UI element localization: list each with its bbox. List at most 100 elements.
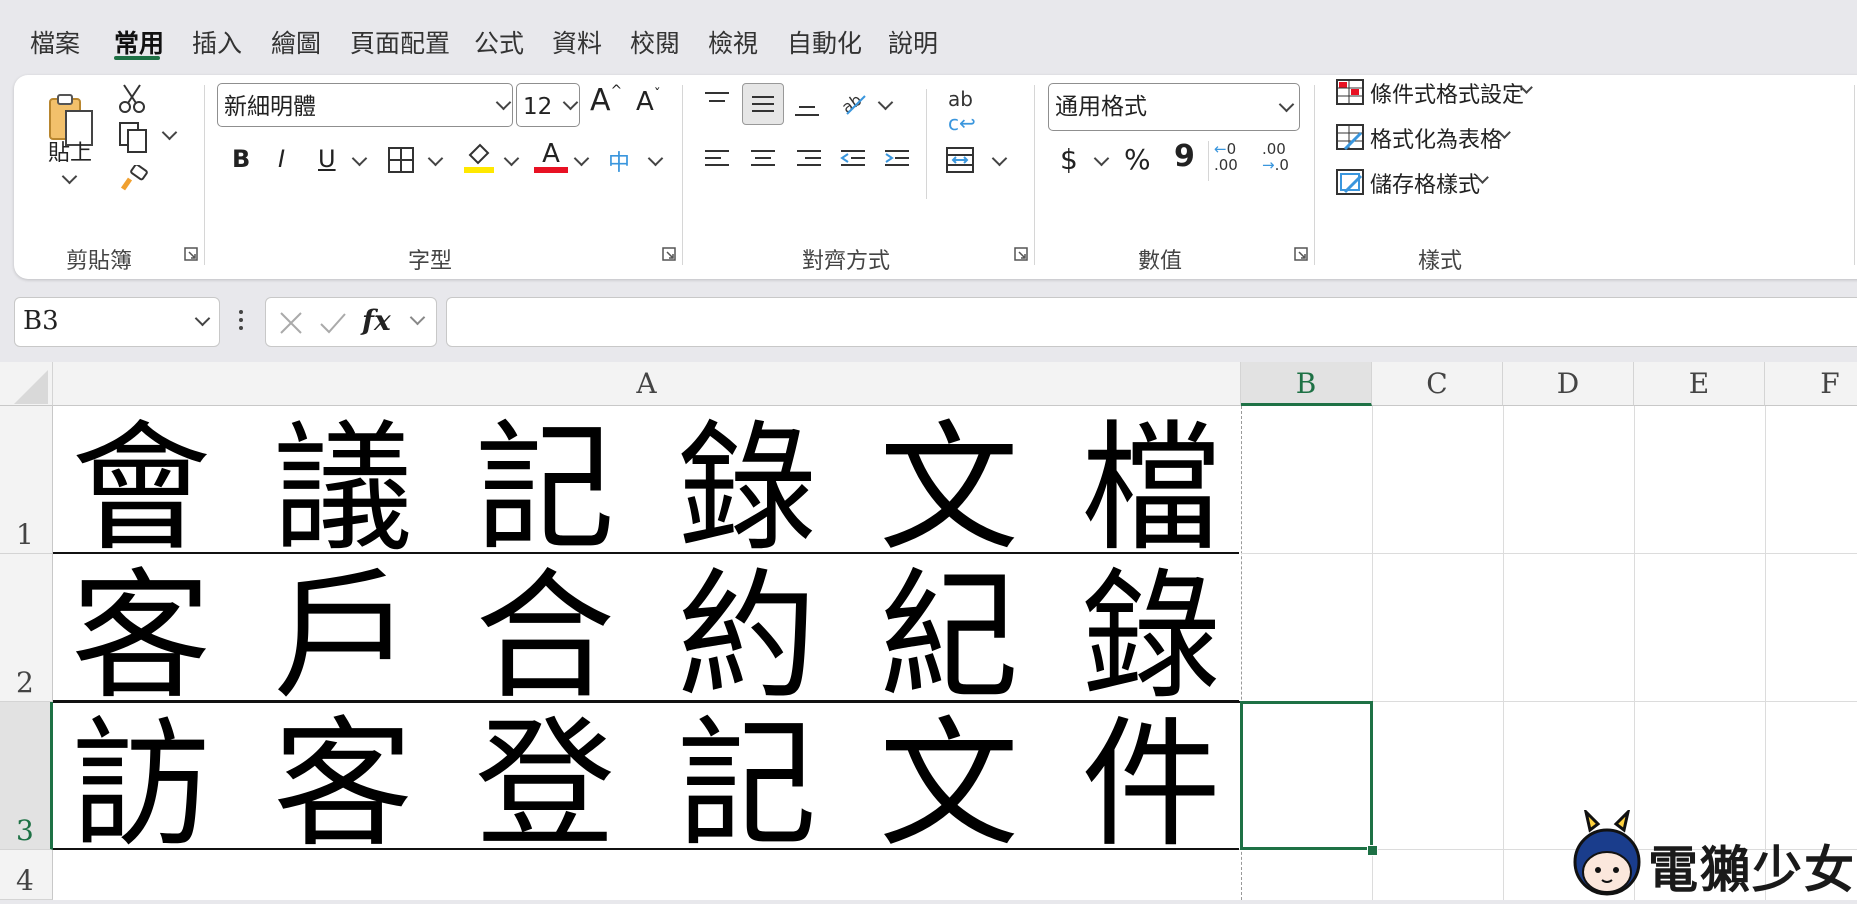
- cell-styles-label[interactable]: 儲存格樣式: [1370, 167, 1480, 199]
- tab-insert[interactable]: 插入: [192, 24, 242, 60]
- conditional-formatting-icon[interactable]: [1334, 77, 1366, 107]
- phonetic-guide-icon[interactable]: 中: [608, 145, 630, 177]
- format-painter-icon[interactable]: [118, 165, 150, 195]
- wrap-text-icon[interactable]: ab c↩: [948, 87, 976, 135]
- row-header-2[interactable]: 2: [0, 554, 53, 702]
- decrease-decimal-icon[interactable]: .00 →.0: [1262, 141, 1289, 173]
- number-launcher-icon[interactable]: [1294, 247, 1308, 261]
- watermark-text: 電獺少女: [1648, 841, 1856, 899]
- increase-decimal-icon[interactable]: ←0.00: [1214, 141, 1238, 173]
- copy-dropdown-chevron-icon[interactable]: [161, 124, 178, 141]
- glyph: 件: [1081, 704, 1222, 867]
- merge-dropdown-chevron-icon[interactable]: [991, 150, 1008, 167]
- underline-button[interactable]: U: [318, 145, 336, 173]
- paste-label[interactable]: 貼上: [48, 135, 92, 167]
- format-as-table-icon[interactable]: [1334, 122, 1366, 152]
- align-right-icon[interactable]: [794, 145, 824, 175]
- cell-a1[interactable]: 會 議 記 錄 文 檔: [53, 406, 1239, 560]
- increase-indent-icon[interactable]: [882, 145, 912, 175]
- name-box[interactable]: B3: [14, 297, 220, 347]
- wrap-text-glyph: ab: [948, 87, 973, 111]
- currency-dropdown-chevron-icon[interactable]: [1093, 150, 1110, 167]
- tab-file[interactable]: 檔案: [30, 24, 80, 60]
- font-launcher-icon[interactable]: [662, 247, 676, 261]
- tab-automate[interactable]: 自動化: [787, 24, 862, 60]
- align-left-icon[interactable]: [702, 145, 732, 175]
- column-header-d[interactable]: D: [1503, 362, 1634, 406]
- align-middle-icon[interactable]: [742, 83, 784, 125]
- select-all-corner[interactable]: [0, 362, 53, 406]
- styles-group-label: 樣式: [1418, 249, 1463, 274]
- tab-review[interactable]: 校閱: [630, 24, 680, 60]
- tab-formulas[interactable]: 公式: [474, 24, 524, 60]
- glyph: 合: [475, 556, 616, 719]
- comma-style-button[interactable]: 9: [1174, 139, 1195, 174]
- decrease-font-icon[interactable]: Aˇ: [636, 87, 661, 117]
- align-top-icon[interactable]: [702, 87, 732, 117]
- font-color-dropdown-chevron-icon[interactable]: [573, 150, 590, 167]
- enter-check-icon[interactable]: [318, 308, 348, 338]
- row-header-1[interactable]: 1: [0, 406, 53, 554]
- font-color-icon[interactable]: A: [534, 139, 568, 173]
- glyph: 約: [677, 556, 818, 719]
- cut-icon[interactable]: [118, 83, 146, 113]
- glyph: 訪: [71, 704, 212, 867]
- format-as-table-label[interactable]: 格式化為表格: [1370, 122, 1502, 154]
- merge-center-icon[interactable]: [944, 145, 976, 175]
- fill-color-dropdown-chevron-icon[interactable]: [503, 150, 520, 167]
- more-options-icon[interactable]: [238, 308, 244, 336]
- alignment-launcher-icon[interactable]: [1014, 247, 1028, 261]
- name-box-chevron-icon[interactable]: [194, 310, 211, 327]
- currency-button[interactable]: $: [1060, 143, 1078, 176]
- column-header-f[interactable]: F: [1765, 362, 1857, 406]
- paste-dropdown-chevron-icon[interactable]: [61, 168, 78, 185]
- decrease-indent-icon[interactable]: [838, 145, 868, 175]
- percent-button[interactable]: %: [1124, 143, 1151, 176]
- orientation-dropdown-chevron-icon[interactable]: [877, 94, 894, 111]
- cell-a3[interactable]: 訪 客 登 記 文 件: [53, 702, 1239, 856]
- tab-draw[interactable]: 繪圖: [271, 24, 321, 60]
- fill-handle[interactable]: [1367, 845, 1378, 856]
- separator: [682, 85, 683, 265]
- tab-page-layout[interactable]: 頁面配置: [350, 24, 450, 60]
- underline-dropdown-chevron-icon[interactable]: [351, 150, 368, 167]
- tab-help[interactable]: 說明: [888, 24, 938, 60]
- column-header-e[interactable]: E: [1634, 362, 1765, 406]
- column-header-b[interactable]: B: [1241, 362, 1372, 406]
- cell-a2[interactable]: 客 戶 合 約 紀 錄: [53, 554, 1239, 708]
- selected-cell-b3[interactable]: [1240, 701, 1373, 850]
- copy-icon[interactable]: [118, 121, 148, 153]
- row-header-4[interactable]: 4: [0, 850, 53, 900]
- conditional-formatting-label[interactable]: 條件式格式設定: [1370, 77, 1524, 109]
- separator: [204, 85, 205, 265]
- separator: [1208, 141, 1209, 181]
- cancel-icon[interactable]: [276, 308, 306, 338]
- clipboard-launcher-icon[interactable]: [184, 247, 198, 261]
- gridline: [1241, 553, 1857, 554]
- row-header-3[interactable]: 3: [0, 702, 53, 850]
- font-size-select[interactable]: 12: [516, 83, 580, 127]
- font-name-select[interactable]: 新細明體: [217, 83, 513, 127]
- phonetic-dropdown-chevron-icon[interactable]: [647, 150, 664, 167]
- increase-font-icon[interactable]: A^: [590, 83, 622, 118]
- tab-view[interactable]: 檢視: [708, 24, 758, 60]
- align-center-icon[interactable]: [748, 145, 778, 175]
- align-bottom-icon[interactable]: [792, 91, 822, 121]
- bold-button[interactable]: B: [232, 145, 250, 173]
- column-header-c[interactable]: C: [1372, 362, 1503, 406]
- formula-input[interactable]: [446, 297, 1857, 347]
- clipboard-group-label: 剪貼簿: [66, 249, 133, 274]
- borders-dropdown-chevron-icon[interactable]: [427, 150, 444, 167]
- cell-styles-icon[interactable]: [1334, 167, 1366, 197]
- font-group-label: 字型: [408, 249, 453, 274]
- column-header-a[interactable]: A: [53, 362, 1241, 406]
- fill-color-icon[interactable]: [462, 141, 496, 173]
- insert-function-icon[interactable]: fx: [362, 304, 391, 337]
- tab-home[interactable]: 常用: [114, 24, 164, 60]
- orientation-icon[interactable]: ab: [836, 85, 870, 119]
- tab-data[interactable]: 資料: [552, 24, 602, 60]
- number-format-select[interactable]: 通用格式: [1048, 83, 1300, 131]
- fx-chevron-icon[interactable]: [409, 309, 426, 326]
- borders-icon[interactable]: [386, 145, 416, 175]
- italic-button[interactable]: I: [278, 145, 285, 173]
